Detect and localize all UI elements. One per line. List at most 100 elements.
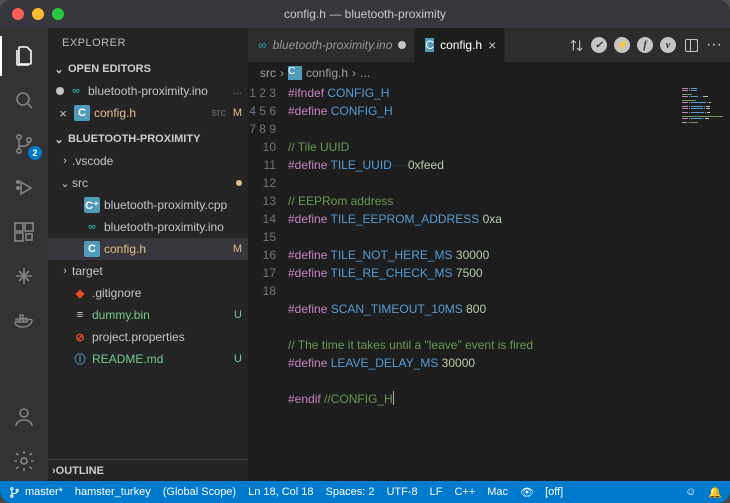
activity-search[interactable]: [0, 80, 48, 120]
file-label: project.properties: [92, 330, 242, 344]
activity-explorer[interactable]: [0, 36, 48, 76]
c-file-icon: C: [74, 105, 90, 121]
docker-icon: [12, 308, 36, 332]
code-editor[interactable]: 1 2 3 4 5 6 7 8 9 10 11 12 13 14 15 16 1…: [248, 84, 680, 481]
status-eye[interactable]: 👁 [off]: [520, 486, 563, 499]
chevron-right-icon: ›: [352, 66, 356, 80]
activity-extra-1[interactable]: [0, 256, 48, 296]
status-scope-2[interactable]: (Global Scope): [163, 486, 236, 498]
outline-header[interactable]: › OUTLINE: [48, 459, 248, 481]
extensions-icon: [12, 220, 36, 244]
file-tree: ›.vscode⌄srcC⁺bluetooth-proximity.cpp∞bl…: [48, 150, 248, 459]
gear-icon: [12, 449, 36, 473]
file-label: bluetooth-proximity.cpp: [104, 198, 242, 212]
branch-icon: [8, 486, 21, 499]
status-spaces[interactable]: Spaces: 2: [326, 486, 375, 498]
file-label: README.md: [92, 352, 226, 366]
folder-label: src: [72, 176, 236, 190]
activity-debug[interactable]: [0, 168, 48, 208]
account-icon: [12, 405, 36, 429]
activity-scm[interactable]: 2: [0, 124, 48, 164]
git-file-icon: ◆: [72, 285, 88, 301]
file-item[interactable]: ⊘ project.properties: [48, 326, 248, 348]
file-item[interactable]: ∞bluetooth-proximity.ino: [48, 216, 248, 238]
sparkle-icon: [12, 264, 36, 288]
tab-actions: ✓ ⚡ f v ···: [560, 28, 730, 62]
activity-account[interactable]: [0, 397, 48, 437]
breadcrumb-segment[interactable]: ...: [360, 66, 370, 80]
sidebar: EXPLORER ⌄ OPEN EDITORS ∞bluetooth-proxi…: [48, 28, 248, 481]
status-os[interactable]: Mac: [487, 486, 508, 498]
breadcrumb-segment[interactable]: config.h: [306, 66, 348, 80]
code-content[interactable]: #ifndef CONFIG_H #define CONFIG_H // Til…: [288, 84, 680, 481]
action-f[interactable]: f: [635, 35, 655, 55]
activity-extensions[interactable]: [0, 212, 48, 252]
open-editor-item[interactable]: ∞bluetooth-proximity.ino...: [48, 80, 248, 102]
status-language[interactable]: C++: [454, 486, 475, 498]
status-notifications[interactable]: 🔔: [708, 486, 722, 499]
breadcrumb-segment[interactable]: src: [260, 66, 276, 80]
close-icon[interactable]: ×: [56, 106, 70, 120]
status-eol[interactable]: LF: [430, 486, 443, 498]
ino-file-icon: ∞: [68, 83, 84, 99]
folder-item[interactable]: ›target: [48, 260, 248, 282]
editor-tab[interactable]: ∞bluetooth-proximity.ino: [248, 28, 415, 62]
folder-label: target: [72, 264, 242, 278]
file-label: .gitignore: [92, 286, 242, 300]
open-editors-header[interactable]: ⌄ OPEN EDITORS: [48, 58, 248, 80]
file-item[interactable]: Cconfig.hM: [48, 238, 248, 260]
eye-icon: 👁: [520, 486, 534, 499]
traffic-lights: [0, 8, 64, 20]
titlebar: config.h — bluetooth-proximity: [0, 0, 730, 28]
dirty-indicator: [398, 41, 406, 49]
file-label: config.h: [104, 242, 226, 256]
workspace-header[interactable]: ⌄ BLUETOOTH-PROXIMITY: [48, 128, 248, 150]
action-check[interactable]: ✓: [589, 35, 609, 55]
file-label: dummy.bin: [92, 308, 226, 322]
status-branch[interactable]: master*: [8, 486, 63, 499]
sidebar-title: EXPLORER: [48, 28, 248, 58]
file-item[interactable]: C⁺bluetooth-proximity.cpp: [48, 194, 248, 216]
bell-icon: 🔔: [708, 486, 722, 499]
close-window-button[interactable]: [12, 8, 24, 20]
status-scope-1[interactable]: hamster_turkey: [75, 486, 151, 498]
action-flash[interactable]: ⚡: [612, 35, 632, 55]
chevron-right-icon: ›: [58, 265, 72, 277]
file-item[interactable]: ⓘREADME.mdU: [48, 348, 248, 370]
activity-docker[interactable]: [0, 300, 48, 340]
git-status: M: [230, 243, 242, 255]
more-actions-button[interactable]: ···: [704, 35, 724, 55]
dirty-indicator: [56, 87, 64, 95]
action-v[interactable]: v: [658, 35, 678, 55]
maximize-window-button[interactable]: [52, 8, 64, 20]
compare-changes-button[interactable]: [566, 35, 586, 55]
chevron-down-icon: ⌄: [52, 63, 66, 76]
search-icon: [12, 88, 36, 112]
editor-tab[interactable]: Cconfig.h×: [415, 28, 505, 62]
file-item[interactable]: ◆ .gitignore: [48, 282, 248, 304]
open-editor-item[interactable]: ×Cconfig.hsrcM: [48, 102, 248, 124]
status-feedback[interactable]: ☺: [685, 486, 696, 498]
editor-item-label: config.h: [94, 106, 205, 120]
prop-file-icon: ⊘: [72, 329, 88, 345]
split-editor-button[interactable]: [681, 35, 701, 55]
status-cursor-pos[interactable]: Ln 18, Col 18: [248, 486, 313, 498]
minimap[interactable]: [680, 84, 730, 481]
file-item[interactable]: ≡dummy.binU: [48, 304, 248, 326]
breadcrumb[interactable]: src › C config.h › ...: [248, 62, 730, 84]
folder-item[interactable]: ⌄src: [48, 172, 248, 194]
folder-item[interactable]: ›.vscode: [48, 150, 248, 172]
ino-file-icon: ∞: [84, 219, 100, 235]
editor-item-desc: ...: [233, 85, 242, 97]
status-encoding[interactable]: UTF-8: [386, 486, 417, 498]
activity-settings[interactable]: [0, 441, 48, 481]
chevron-down-icon: ⌄: [52, 133, 66, 146]
status-bar: master* hamster_turkey (Global Scope) Ln…: [0, 481, 730, 503]
git-status: U: [230, 309, 242, 321]
editor-area: ∞bluetooth-proximity.inoCconfig.h× ✓ ⚡ f…: [248, 28, 730, 481]
c-file-icon: C: [288, 66, 302, 80]
close-icon[interactable]: ×: [488, 37, 496, 53]
c-file-icon: C: [425, 38, 434, 52]
minimize-window-button[interactable]: [32, 8, 44, 20]
git-status: M: [230, 107, 242, 119]
